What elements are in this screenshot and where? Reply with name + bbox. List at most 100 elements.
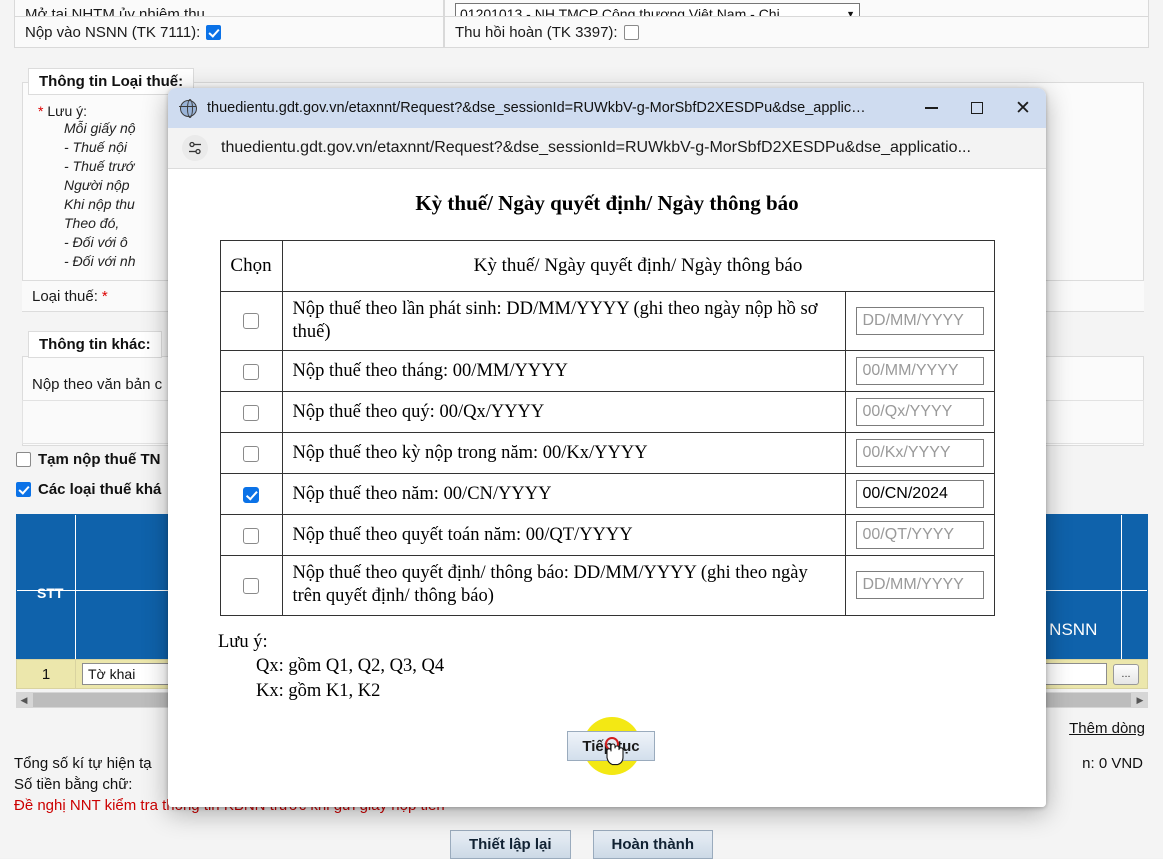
- bg-second-row: Nộp vào NSNN (TK 7111): Thu hồi hoàn (TK…: [14, 16, 1149, 48]
- row-checkbox-cell[interactable]: [220, 292, 282, 351]
- loaithue-label: Loại thuế:: [32, 288, 98, 305]
- row-checkbox[interactable]: [243, 364, 259, 380]
- nsnn-cell: Nộp vào NSNN (TK 7111):: [14, 16, 444, 48]
- add-row-link[interactable]: Thêm dòng: [1069, 720, 1145, 737]
- row-checkbox[interactable]: [243, 487, 259, 503]
- required-star: *: [38, 103, 43, 119]
- form-button-bar: Thiết lập lại Hoàn thành: [0, 830, 1163, 859]
- group-thongtinkhac-legend: Thông tin khác:: [28, 331, 162, 358]
- thuhoi-checkbox[interactable]: [624, 25, 639, 40]
- row-checkbox[interactable]: [243, 528, 259, 544]
- popup-window: thuedientu.gdt.gov.vn/etaxnnt/Request?&d…: [168, 88, 1046, 807]
- row-input-cell: DD/MM/YYYY: [845, 556, 994, 615]
- permissions-icon[interactable]: [182, 135, 208, 161]
- row-label: Nộp thuế theo quyết định/ thông báo: DD/…: [282, 556, 845, 615]
- window-title: thuedientu.gdt.gov.vn/etaxnnt/Request?&d…: [207, 100, 867, 116]
- row-date-input[interactable]: 00/CN/2024: [856, 480, 984, 508]
- tamnop-label: Tạm nộp thuế TN: [38, 451, 161, 468]
- column-header-stt: STT: [37, 585, 63, 601]
- tamnop-checkbox[interactable]: [16, 452, 31, 467]
- notes-title: Lưu ý:: [218, 630, 1046, 655]
- thuhoi-label: Thu hồi hoàn (TK 3397):: [455, 24, 618, 41]
- note-line: Khi nộp thu: [64, 195, 136, 214]
- reset-button[interactable]: Thiết lập lại: [450, 830, 571, 859]
- row-label: Nộp thuế theo quý: 00/Qx/YYYY: [282, 392, 845, 433]
- close-button[interactable]: ✕: [1000, 88, 1046, 128]
- notes-line: Kx: gồm K1, K2: [218, 679, 1046, 704]
- row-date-input[interactable]: 00/QT/YYYY: [856, 521, 984, 549]
- note-lines: Mỗi giấy nộ - Thuế nội - Thuế trướ Người…: [38, 119, 136, 271]
- continue-button-wrap: Tiếp tục: [567, 731, 655, 763]
- note-line: Người nộp: [64, 176, 136, 195]
- dialog-notes: Lưu ý: Qx: gồm Q1, Q2, Q3, Q4 Kx: gồm K1…: [218, 630, 1046, 704]
- table-row: Nộp thuế theo quyết toán năm: 00/QT/YYYY…: [220, 515, 994, 556]
- table-row: Nộp thuế theo quyết định/ thông báo: DD/…: [220, 556, 994, 615]
- row-checkbox-cell[interactable]: [220, 556, 282, 615]
- row-stt: 1: [17, 666, 75, 683]
- cacloaithue-checkbox[interactable]: [16, 482, 31, 497]
- thuhoi-cell: Thu hồi hoàn (TK 3397):: [444, 16, 1149, 48]
- row-date-input[interactable]: 00/MM/YYYY: [856, 357, 984, 385]
- row-label: Nộp thuế theo tháng: 00/MM/YYYY: [282, 351, 845, 392]
- row-date-input[interactable]: 00/Kx/YYYY: [856, 439, 984, 467]
- summary-total-chars: Tổng số kí tự hiện tạ: [14, 755, 152, 772]
- row-checkbox-cell[interactable]: [220, 515, 282, 556]
- nsnn-checkbox[interactable]: [206, 25, 221, 40]
- maximize-button[interactable]: [954, 88, 1000, 128]
- table-row: Nộp thuế theo lần phát sinh: DD/MM/YYYY …: [220, 292, 994, 351]
- tax-period-table: Chọn Kỳ thuế/ Ngày quyết định/ Ngày thôn…: [220, 240, 995, 616]
- maximize-icon: [971, 102, 983, 114]
- row-label: Nộp thuế theo lần phát sinh: DD/MM/YYYY …: [282, 292, 845, 351]
- address-bar[interactable]: thuedientu.gdt.gov.vn/etaxnnt/Request?&d…: [168, 128, 1046, 169]
- loaithue-required-star: *: [102, 288, 108, 305]
- row-date-input[interactable]: DD/MM/YYYY: [856, 571, 984, 599]
- nsnn-label: Nộp vào NSNN (TK 7111):: [25, 24, 200, 41]
- row-checkbox-cell[interactable]: [220, 392, 282, 433]
- row-date-input[interactable]: DD/MM/YYYY: [856, 307, 984, 335]
- row-input-cell: 00/MM/YYYY: [845, 351, 994, 392]
- checkbox-cacloaithue-row[interactable]: Các loại thuế khá: [16, 481, 161, 498]
- note-line: - Đối với ô: [64, 233, 136, 252]
- row-input-cell: 00/CN/2024: [845, 474, 994, 515]
- row-input-cell: 00/Qx/YYYY: [845, 392, 994, 433]
- table-row: Nộp thuế theo tháng: 00/MM/YYYY 00/MM/YY…: [220, 351, 994, 392]
- window-title-bar[interactable]: thuedientu.gdt.gov.vn/etaxnnt/Request?&d…: [168, 88, 1046, 128]
- row-label: Nộp thuế theo quyết toán năm: 00/QT/YYYY: [282, 515, 845, 556]
- row-browse-button[interactable]: ...: [1113, 664, 1139, 685]
- dialog-heading: Kỳ thuế/ Ngày quyết định/ Ngày thông báo: [168, 169, 1046, 216]
- table-row: Nộp thuế theo năm: 00/CN/YYYY 00/CN/2024: [220, 474, 994, 515]
- minimize-button[interactable]: [908, 88, 954, 128]
- close-icon: ✕: [1015, 99, 1031, 118]
- note-line: - Đối với nh: [64, 252, 136, 271]
- row-checkbox-cell[interactable]: [220, 433, 282, 474]
- row-input-cell: 00/Kx/YYYY: [845, 433, 994, 474]
- row-checkbox[interactable]: [243, 405, 259, 421]
- table-row: Nộp thuế theo kỳ nộp trong năm: 00/Kx/YY…: [220, 433, 994, 474]
- column-header-kythue: Kỳ thuế/ Ngày quyết định/ Ngày thông báo: [282, 241, 994, 292]
- scroll-right-arrow-icon[interactable]: ▶: [1132, 695, 1148, 706]
- dialog-body: Kỳ thuế/ Ngày quyết định/ Ngày thông báo…: [168, 169, 1046, 807]
- row-checkbox[interactable]: [243, 578, 259, 594]
- address-text: thuedientu.gdt.gov.vn/etaxnnt/Request?&d…: [221, 139, 971, 157]
- summary-amount-in-words: Số tiền bằng chữ:: [14, 776, 132, 793]
- row-checkbox[interactable]: [243, 313, 259, 329]
- row-label: Nộp thuế theo năm: 00/CN/YYYY: [282, 474, 845, 515]
- finish-button[interactable]: Hoàn thành: [593, 830, 714, 859]
- minimize-icon: [925, 107, 938, 109]
- nopvanban-label: Nộp theo văn bản c: [32, 376, 162, 393]
- notes-line: Qx: gồm Q1, Q2, Q3, Q4: [218, 654, 1046, 679]
- note-header: * Lưu ý:: [38, 103, 136, 119]
- note-line: - Thuế trướ: [64, 157, 136, 176]
- scroll-left-arrow-icon[interactable]: ◀: [16, 695, 32, 706]
- row-checkbox[interactable]: [243, 446, 259, 462]
- note-label: Lưu ý:: [47, 103, 87, 119]
- checkbox-tamnop-row[interactable]: Tạm nộp thuế TN: [16, 451, 161, 468]
- continue-button[interactable]: Tiếp tục: [567, 731, 655, 761]
- row-date-input[interactable]: 00/Qx/YYYY: [856, 398, 984, 426]
- column-header-chon: Chọn: [220, 241, 282, 292]
- table-row: Nộp thuế theo quý: 00/Qx/YYYY 00/Qx/YYYY: [220, 392, 994, 433]
- note-line: - Thuế nội: [64, 138, 136, 157]
- row-checkbox-cell[interactable]: [220, 351, 282, 392]
- row-input-cell: 00/QT/YYYY: [845, 515, 994, 556]
- row-checkbox-cell[interactable]: [220, 474, 282, 515]
